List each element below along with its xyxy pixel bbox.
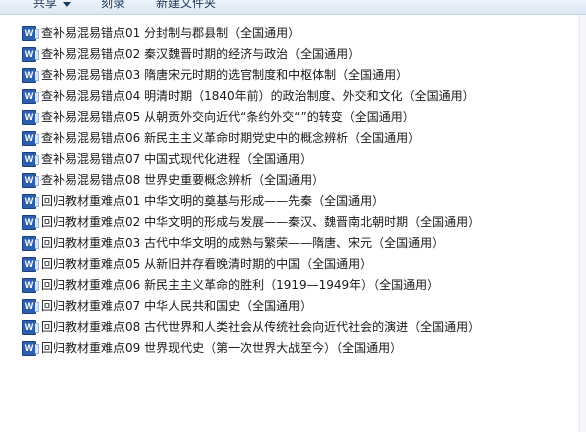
file-name: 查补易混易错点02 秦汉魏晋时期的经济与政治（全国通用） <box>41 47 361 61</box>
word-document-icon: W <box>22 194 39 209</box>
new-folder-button[interactable]: 新建文件夹 <box>156 0 216 13</box>
file-name: 查补易混易错点03 隋唐宋元时期的选官制度和中枢体制（全国通用） <box>41 68 409 82</box>
file-item[interactable]: W 回归教材重难点09 世界现代史（第一次世界大战至今）（全国通用） <box>0 338 586 359</box>
file-name: 回归教材重难点06 新民主主义革命的胜利（1919—1949年）（全国通用） <box>41 278 440 292</box>
share-label: 共享 <box>33 0 58 10</box>
file-name: 查补易混易错点07 中国式现代化进程（全国通用） <box>41 152 313 166</box>
file-item[interactable]: W 查补易混易错点02 秦汉魏晋时期的经济与政治（全国通用） <box>0 44 586 65</box>
file-item[interactable]: W 回归教材重难点07 中华人民共和国史（全国通用） <box>0 296 586 317</box>
burn-button[interactable]: 刻录 <box>101 0 125 13</box>
word-document-icon: W <box>22 278 39 293</box>
file-item[interactable]: W 回归教材重难点05 从新旧并存看晚清时期的中国（全国通用） <box>0 254 586 275</box>
word-document-icon: W <box>22 110 39 125</box>
word-document-icon: W <box>22 173 39 188</box>
file-name: 回归教材重难点05 从新旧并存看晚清时期的中国（全国通用） <box>41 257 373 271</box>
word-document-icon: W <box>22 131 39 146</box>
file-name: 查补易混易错点01 分封制与郡县制（全国通用） <box>41 26 301 40</box>
file-name: 回归教材重难点08 古代世界和人类社会从传统社会向近代社会的演进（全国通用） <box>41 320 481 334</box>
file-name: 回归教材重难点09 世界现代史（第一次世界大战至今）（全国通用） <box>41 341 403 355</box>
word-document-icon: W <box>22 68 39 83</box>
file-item[interactable]: W 回归教材重难点06 新民主主义革命的胜利（1919—1949年）（全国通用） <box>0 275 586 296</box>
file-item[interactable]: W 查补易混易错点08 世界史重要概念辨析（全国通用） <box>0 170 586 191</box>
share-menu-button[interactable]: 共享 <box>33 0 57 13</box>
file-name: 查补易混易错点04 明清时期（1840年前）的政治制度、外交和文化（全国通用） <box>41 89 475 103</box>
word-document-icon: W <box>22 26 39 41</box>
file-item[interactable]: W 查补易混易错点07 中国式现代化进程（全国通用） <box>0 149 586 170</box>
word-document-icon: W <box>22 236 39 251</box>
word-document-icon: W <box>22 341 39 356</box>
file-name: 查补易混易错点06 新民主主义革命时期党史中的概念辨析（全国通用） <box>41 131 421 145</box>
word-document-icon: W <box>22 215 39 230</box>
file-item[interactable]: W 查补易混易错点04 明清时期（1840年前）的政治制度、外交和文化（全国通用） <box>0 86 586 107</box>
scrollbar-track[interactable] <box>579 15 586 432</box>
file-item[interactable]: W 查补易混易错点06 新民主主义革命时期党史中的概念辨析（全国通用） <box>0 128 586 149</box>
word-document-icon: W <box>22 89 39 104</box>
file-name: 回归教材重难点03 古代中华文明的成熟与繁荣——隋唐、宋元（全国通用） <box>41 236 445 250</box>
word-document-icon: W <box>22 152 39 167</box>
file-item[interactable]: W 查补易混易错点01 分封制与郡县制（全国通用） <box>0 23 586 44</box>
word-document-icon: W <box>22 257 39 272</box>
file-item[interactable]: W 查补易混易错点03 隋唐宋元时期的选官制度和中枢体制（全国通用） <box>0 65 586 86</box>
explorer-toolbar: 共享 刻录 新建文件夹 <box>0 0 586 15</box>
file-name: 回归教材重难点01 中华文明的奠基与形成——先秦（全国通用） <box>41 194 385 208</box>
file-list: W 查补易混易错点01 分封制与郡县制（全国通用） W 查补易混易错点02 秦汉魏晋时… <box>0 23 586 359</box>
file-item[interactable]: W 回归教材重难点03 古代中华文明的成熟与繁荣——隋唐、宋元（全国通用） <box>0 233 586 254</box>
file-name: 查补易混易错点05 从朝贡外交向近代“条约外交“”的转变（全国通用） <box>41 110 415 124</box>
file-item[interactable]: W 回归教材重难点08 古代世界和人类社会从传统社会向近代社会的演进（全国通用） <box>0 317 586 338</box>
file-name: 回归教材重难点02 中华文明的形成与发展——秦汉、魏晋南北朝时期（全国通用） <box>41 215 481 229</box>
chevron-down-icon[interactable] <box>63 2 71 7</box>
file-name: 回归教材重难点07 中华人民共和国史（全国通用） <box>41 299 313 313</box>
word-document-icon: W <box>22 299 39 314</box>
word-document-icon: W <box>22 320 39 335</box>
word-document-icon: W <box>22 47 39 62</box>
file-name: 查补易混易错点08 世界史重要概念辨析（全国通用） <box>41 173 325 187</box>
file-item[interactable]: W 回归教材重难点02 中华文明的形成与发展——秦汉、魏晋南北朝时期（全国通用） <box>0 212 586 233</box>
file-item[interactable]: W 查补易混易错点05 从朝贡外交向近代“条约外交“”的转变（全国通用） <box>0 107 586 128</box>
file-item[interactable]: W 回归教材重难点01 中华文明的奠基与形成——先秦（全国通用） <box>0 191 586 212</box>
